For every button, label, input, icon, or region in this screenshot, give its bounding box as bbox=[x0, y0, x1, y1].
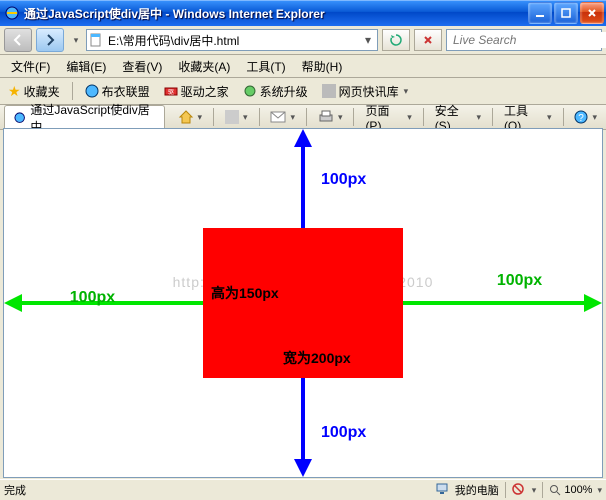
centered-div: 高为150px 宽为200px bbox=[203, 228, 403, 378]
menu-edit[interactable]: 编辑(E) bbox=[59, 56, 113, 77]
page-content: http://blog.csdn.net/long2010yu2010 高为15… bbox=[4, 129, 602, 477]
ie-icon bbox=[13, 111, 26, 125]
svg-text:驱: 驱 bbox=[168, 89, 174, 96]
link-item[interactable]: 网页快讯库 ▾ bbox=[318, 81, 413, 102]
gear-icon bbox=[243, 84, 257, 98]
page-viewport: http://blog.csdn.net/long2010yu2010 高为15… bbox=[3, 128, 603, 478]
zoom-control[interactable]: 100% ▾ bbox=[549, 484, 602, 496]
link-item[interactable]: 驱 驱动之家 bbox=[160, 81, 233, 102]
link-item[interactable]: 布衣联盟 bbox=[81, 81, 154, 102]
help-button[interactable]: ?▾ bbox=[569, 108, 602, 126]
zoom-value: 100% bbox=[564, 484, 592, 496]
star-icon: ★ bbox=[8, 83, 21, 100]
svg-text:?: ? bbox=[579, 113, 585, 124]
search-field-wrap: ▾ bbox=[446, 29, 602, 51]
menu-file[interactable]: 文件(F) bbox=[4, 56, 57, 77]
feeds-button[interactable]: ▾ bbox=[220, 108, 253, 126]
drive-icon: 驱 bbox=[164, 84, 178, 98]
feed-icon bbox=[322, 84, 336, 98]
link-item[interactable]: 系统升级 bbox=[239, 81, 312, 102]
window-title: 通过JavaScript使div居中 - Windows Internet Ex… bbox=[24, 5, 528, 22]
close-button[interactable] bbox=[580, 2, 604, 24]
refresh-button[interactable] bbox=[382, 29, 410, 51]
status-bar: 完成 我的电脑 ▾ 100% ▾ bbox=[0, 479, 606, 500]
maximize-button[interactable] bbox=[554, 2, 578, 24]
print-button[interactable]: ▾ bbox=[313, 108, 348, 126]
arrow-up-icon bbox=[294, 129, 312, 147]
favorites-button[interactable]: ★ 收藏夹 bbox=[4, 81, 64, 102]
margin-left-label: 100px bbox=[70, 289, 115, 307]
nav-history-dropdown[interactable]: ▾ bbox=[68, 29, 82, 51]
ie-icon bbox=[4, 5, 20, 21]
back-button[interactable] bbox=[4, 28, 32, 52]
width-label: 宽为200px bbox=[283, 348, 351, 368]
menu-bar: 文件(F) 编辑(E) 查看(V) 收藏夹(A) 工具(T) 帮助(H) bbox=[0, 55, 606, 78]
search-input[interactable] bbox=[451, 32, 606, 48]
status-text: 完成 bbox=[4, 482, 26, 498]
page-tab[interactable]: 通过JavaScript使div居中 bbox=[4, 105, 165, 130]
document-icon bbox=[89, 33, 103, 47]
address-dropdown[interactable]: ▾ bbox=[361, 33, 375, 47]
address-field-wrap: ▾ bbox=[86, 29, 378, 51]
zoom-icon bbox=[549, 484, 561, 496]
window: 通过JavaScript使div居中 - Windows Internet Ex… bbox=[0, 0, 606, 500]
address-input[interactable] bbox=[106, 30, 361, 50]
minimize-button[interactable] bbox=[528, 2, 552, 24]
arrow-right-icon bbox=[584, 294, 602, 312]
menu-view[interactable]: 查看(V) bbox=[115, 56, 169, 77]
margin-right-label: 100px bbox=[497, 272, 542, 290]
margin-bottom-label: 100px bbox=[321, 424, 366, 442]
stop-button[interactable] bbox=[414, 29, 442, 51]
menu-tools[interactable]: 工具(T) bbox=[239, 56, 292, 77]
menu-fav[interactable]: 收藏夹(A) bbox=[171, 56, 237, 77]
tabs-bar: 通过JavaScript使div居中 ▾ ▾ ▾ ▾ 页面(P)▾ 安全(S)▾… bbox=[0, 105, 606, 130]
zone-label: 我的电脑 bbox=[455, 482, 499, 498]
height-label: 高为150px bbox=[211, 283, 279, 303]
protected-mode-icon bbox=[512, 483, 524, 498]
arrow-down-icon bbox=[294, 459, 312, 477]
margin-top-label: 100px bbox=[321, 171, 366, 189]
mail-button[interactable]: ▾ bbox=[265, 108, 300, 126]
menu-help[interactable]: 帮助(H) bbox=[295, 56, 350, 77]
forward-button[interactable] bbox=[36, 28, 64, 52]
titlebar[interactable]: 通过JavaScript使div居中 - Windows Internet Ex… bbox=[0, 0, 606, 26]
globe-icon bbox=[85, 84, 99, 98]
computer-icon bbox=[435, 482, 449, 499]
address-bar: ▾ ▾ ▾ bbox=[0, 26, 606, 55]
zone-dropdown[interactable]: ▾ bbox=[532, 485, 537, 496]
home-button[interactable]: ▾ bbox=[173, 107, 208, 127]
arrow-left-icon bbox=[4, 294, 22, 312]
favorites-label: 收藏夹 bbox=[24, 83, 60, 100]
